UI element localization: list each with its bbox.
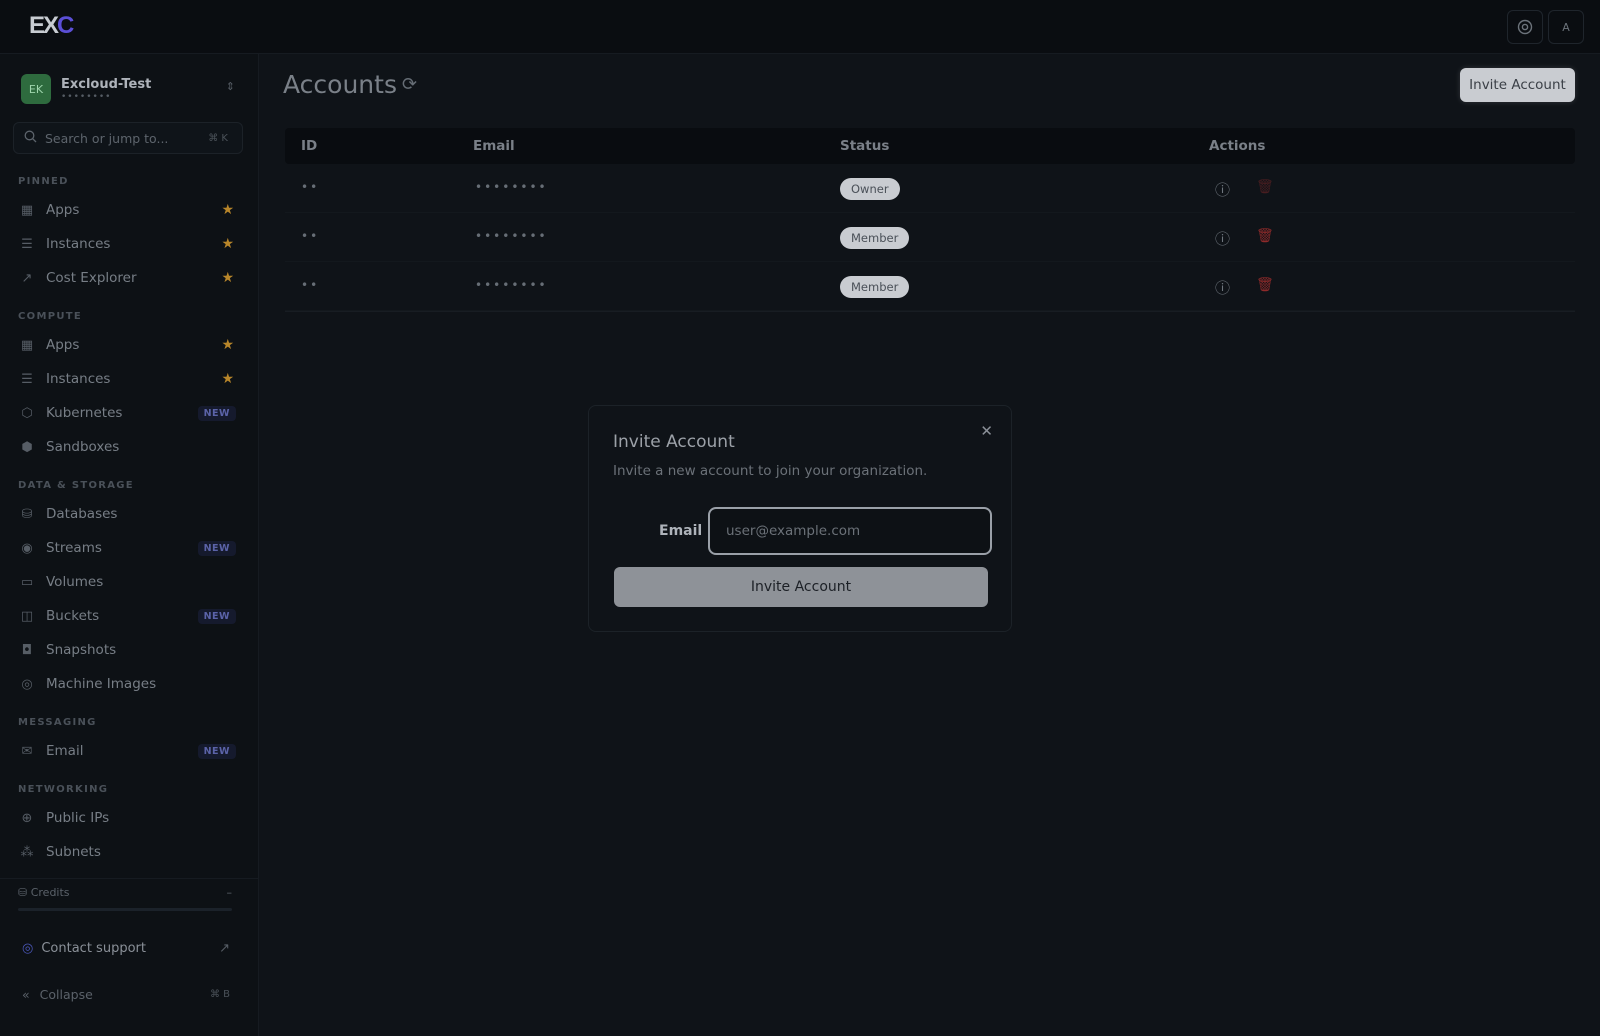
trash-icon[interactable]: 🗑 <box>1256 228 1274 244</box>
sidebar-item-pinned-instances[interactable]: ☰ Instances ★ <box>14 229 244 259</box>
column-header-email[interactable]: Email <box>473 138 515 154</box>
invite-account-button[interactable]: Invite Account <box>1460 68 1575 102</box>
invite-account-dialog: Invite Account Invite a new account to j… <box>588 405 1012 632</box>
info-icon[interactable]: ⓘ <box>1215 277 1230 298</box>
sidebar-item-instances[interactable]: ☰ Instances ★ <box>14 364 244 394</box>
server-icon: ☰ <box>21 371 33 387</box>
credits-bar <box>18 908 232 911</box>
table-row: •• •••••••• Member ⓘ 🗑 <box>285 262 1575 311</box>
org-name: Excloud-Test <box>61 76 152 92</box>
credits-meter: ⛁ Credits – <box>18 886 238 911</box>
star-icon[interactable]: ★ <box>221 236 234 252</box>
sidebar-item-databases[interactable]: ⛁ Databases <box>14 499 244 529</box>
info-icon[interactable]: ⓘ <box>1215 228 1230 249</box>
database-icon: ⛁ <box>21 506 33 522</box>
sidebar-item-buckets[interactable]: ◫ Buckets NEW <box>14 601 244 631</box>
top-bar: EXC A <box>0 0 1600 54</box>
star-icon[interactable]: ★ <box>221 337 234 353</box>
table-header: ID Email Status Actions <box>285 128 1575 164</box>
camera-icon: ◘ <box>21 642 33 658</box>
status-badge: Member <box>840 276 910 298</box>
accounts-table: ID Email Status Actions •• •••••••• Owne… <box>285 128 1575 312</box>
search-shortcut: ⌘ K <box>208 132 228 144</box>
sidebar-item-volumes[interactable]: ▭ Volumes <box>14 567 244 597</box>
sidebar-item-streams[interactable]: ◉ Streams NEW <box>14 533 244 563</box>
collapse-sidebar-button[interactable]: « Collapse ⌘ B <box>18 979 240 1009</box>
section-pinned: PINNED <box>18 176 69 187</box>
sidebar-item-subnets[interactable]: ⁂ Subnets <box>14 837 244 867</box>
search-icon <box>24 130 37 146</box>
sidebar-item-pinned-apps[interactable]: ▦ Apps ★ <box>14 195 244 225</box>
sidebar-item-public-ips[interactable]: ⊕ Public IPs <box>14 803 244 833</box>
column-header-actions: Actions <box>1209 138 1266 154</box>
star-icon[interactable]: ★ <box>221 270 234 286</box>
table-row: •• •••••••• Owner ⓘ 🗑 <box>285 164 1575 213</box>
contact-support-link[interactable]: ◎ Contact support ↗ <box>18 932 240 964</box>
org-switcher[interactable]: EK Excloud-Test •••••••• ⇕ <box>12 66 247 112</box>
hexagon-icon: ⬡ <box>21 405 33 421</box>
support-icon[interactable] <box>1507 10 1543 44</box>
column-header-id[interactable]: ID <box>301 138 317 154</box>
credits-icon: ⛁ <box>18 886 28 899</box>
section-compute: COMPUTE <box>18 311 82 322</box>
info-icon[interactable]: ⓘ <box>1215 179 1230 200</box>
new-badge: NEW <box>197 405 236 421</box>
chevron-updown-icon: ⇕ <box>225 80 235 93</box>
grid-icon: ▦ <box>20 337 34 353</box>
section-messaging: MESSAGING <box>18 717 97 728</box>
email-label: Email <box>659 523 703 539</box>
status-badge: Member <box>840 227 910 249</box>
sidebar-divider <box>0 878 259 879</box>
org-avatar: EK <box>21 74 51 104</box>
sidebar-item-email[interactable]: ✉ Email NEW <box>14 736 244 766</box>
search-input[interactable]: Search or jump to... ⌘ K <box>13 122 243 154</box>
grid-icon: ▦ <box>20 202 34 218</box>
org-id: •••••••• <box>61 91 112 102</box>
trash-icon[interactable]: 🗑 <box>1256 179 1274 195</box>
sidebar-item-machine-images[interactable]: ◎ Machine Images <box>14 669 244 699</box>
logo[interactable]: EXC <box>29 12 74 40</box>
dialog-description: Invite a new account to join your organi… <box>613 463 928 479</box>
column-header-status[interactable]: Status <box>840 138 889 154</box>
chevrons-left-icon: « <box>22 986 30 1002</box>
invite-account-submit-button[interactable]: Invite Account <box>614 567 988 607</box>
support-icon: ◎ <box>22 940 34 956</box>
network-icon: ⁂ <box>20 844 34 860</box>
sidebar-item-snapshots[interactable]: ◘ Snapshots <box>14 635 244 665</box>
sidebar-item-sandboxes[interactable]: ⬢ Sandboxes <box>14 432 244 462</box>
sidebar-item-apps[interactable]: ▦ Apps ★ <box>14 330 244 360</box>
mail-icon: ✉ <box>21 743 33 759</box>
bucket-icon: ◫ <box>20 608 34 624</box>
trend-icon: ↗ <box>21 270 33 286</box>
close-icon[interactable]: ✕ <box>980 422 993 440</box>
disc-icon: ◎ <box>21 676 33 692</box>
sidebar: EK Excloud-Test •••••••• ⇕ Search or jum… <box>0 54 259 1036</box>
new-badge: NEW <box>197 608 236 624</box>
server-icon: ☰ <box>21 236 33 252</box>
star-icon[interactable]: ★ <box>221 371 234 387</box>
table-row: •• •••••••• Member ⓘ 🗑 <box>285 213 1575 262</box>
sidebar-item-kubernetes[interactable]: ⬡ Kubernetes NEW <box>14 398 244 428</box>
radio-icon: ◉ <box>21 540 33 556</box>
email-field[interactable] <box>708 507 992 555</box>
trash-icon[interactable]: 🗑 <box>1256 277 1274 293</box>
new-badge: NEW <box>197 743 236 759</box>
globe-icon: ⊕ <box>21 810 33 826</box>
box-icon: ⬢ <box>21 439 33 455</box>
section-networking: NETWORKING <box>18 784 109 795</box>
sidebar-item-cost-explorer[interactable]: ↗ Cost Explorer ★ <box>14 263 244 293</box>
star-icon[interactable]: ★ <box>221 202 234 218</box>
page-title: Accounts <box>283 70 397 99</box>
external-arrow-icon: ↗ <box>219 940 230 956</box>
status-badge: Owner <box>840 178 900 200</box>
new-badge: NEW <box>197 540 236 556</box>
drive-icon: ▭ <box>20 574 34 590</box>
user-avatar[interactable]: A <box>1548 10 1584 44</box>
dialog-title: Invite Account <box>613 432 735 452</box>
refresh-icon[interactable]: ⟳ <box>402 74 417 95</box>
section-data-storage: DATA & STORAGE <box>18 480 134 491</box>
